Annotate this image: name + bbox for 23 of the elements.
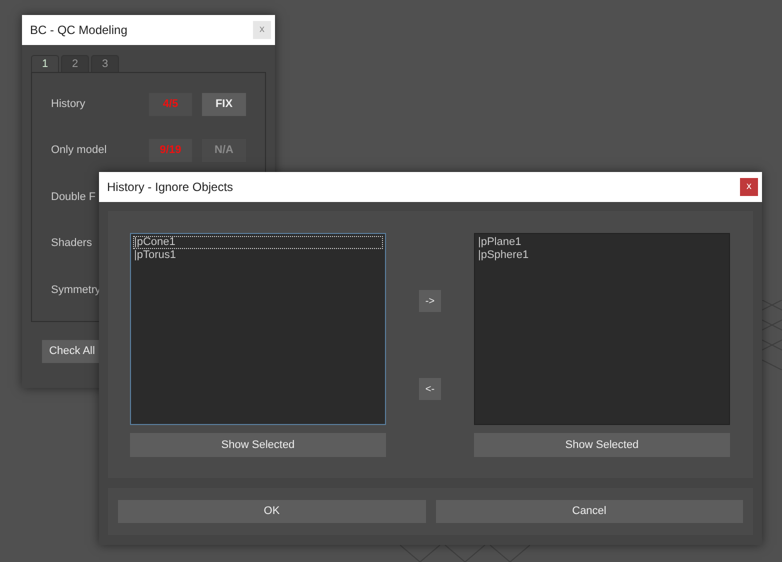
show-selected-button[interactable]: Show Selected	[474, 433, 730, 457]
check-all-button[interactable]: Check All	[42, 340, 102, 363]
dialog-button[interactable]: Cancel	[436, 500, 743, 523]
tab[interactable]: 2	[61, 55, 89, 72]
close-button[interactable]: x	[740, 178, 758, 196]
window-title: History - Ignore Objects	[107, 179, 234, 196]
window-title: BC - QC Modeling	[30, 22, 128, 39]
list-item[interactable]: |pSphere1	[477, 249, 727, 262]
check-label: Double F	[51, 190, 97, 205]
dialog-button[interactable]: OK	[118, 500, 426, 523]
check-label: History	[51, 96, 86, 112]
show-selected-button[interactable]: Show Selected	[130, 433, 386, 457]
close-button[interactable]: x	[253, 21, 271, 39]
list-item[interactable]: |pTorus1	[133, 249, 383, 262]
fix-button[interactable]: FIX	[202, 92, 246, 116]
check-label: Only model	[51, 143, 108, 158]
tab[interactable]: 3	[91, 55, 119, 72]
check-label: Symmetry	[51, 282, 102, 298]
list-item[interactable]: |pCone1	[133, 236, 383, 249]
move-button[interactable]: <-	[419, 378, 441, 400]
list-item[interactable]: |pPlane1	[477, 236, 727, 249]
tab[interactable]: 1	[31, 55, 59, 72]
move-button[interactable]: ->	[419, 290, 441, 312]
